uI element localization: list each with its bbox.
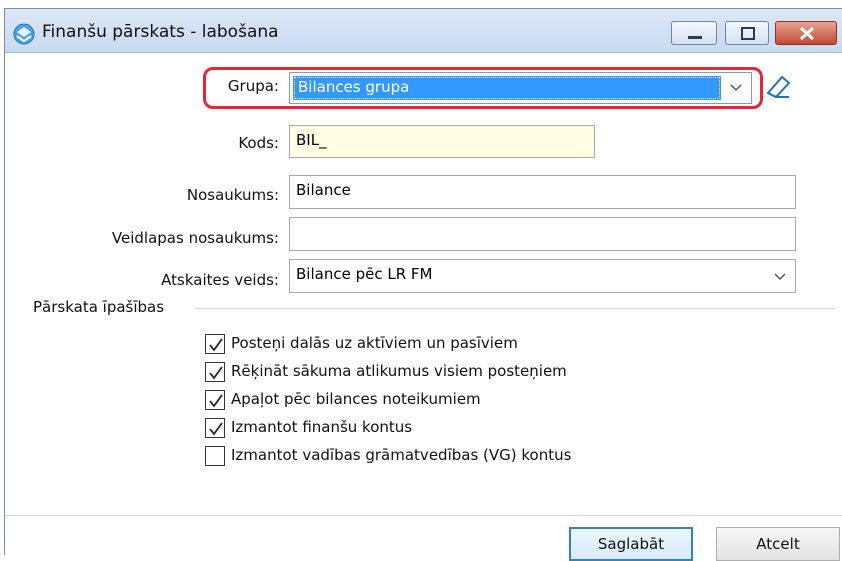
grupa-highlight-annotation bbox=[203, 67, 763, 109]
option-label: Rēķināt sākuma atlikumus visiem posteņie… bbox=[231, 362, 567, 380]
nosaukums-input[interactable]: Bilance bbox=[289, 175, 796, 209]
nosaukums-label: Nosaukums: bbox=[186, 186, 279, 204]
checkbox[interactable] bbox=[205, 446, 225, 466]
checkbox[interactable] bbox=[205, 390, 225, 410]
close-icon bbox=[799, 26, 815, 41]
atskaites-veids-value: Bilance pēc LR FM bbox=[296, 265, 433, 283]
checkmark-icon bbox=[209, 394, 223, 408]
minimize-button[interactable] bbox=[671, 21, 717, 45]
checkmark-icon bbox=[209, 366, 223, 380]
save-button[interactable]: Saglabāt bbox=[569, 527, 693, 561]
kods-input[interactable]: BIL_ bbox=[289, 125, 595, 158]
close-button[interactable] bbox=[775, 21, 837, 45]
cancel-button[interactable]: Atcelt bbox=[716, 527, 840, 561]
properties-group-title: Pārskata īpašības bbox=[33, 298, 165, 316]
dialog-body: Grupa: Bilances grupa Kods: BIL_ Nosauku… bbox=[5, 53, 842, 561]
checkbox[interactable] bbox=[205, 418, 225, 438]
checkmark-icon bbox=[209, 338, 223, 352]
eraser-icon bbox=[766, 75, 791, 99]
maximize-icon bbox=[741, 27, 755, 40]
clear-grupa-button[interactable] bbox=[762, 71, 795, 101]
minimize-icon bbox=[688, 36, 702, 39]
option-label: Izmantot finanšu kontus bbox=[231, 418, 413, 436]
option-label: Izmantot vadības grāmatvedības (VG) kont… bbox=[231, 446, 572, 464]
option-label: Posteņi dalās uz aktīviem un pasīviem bbox=[231, 334, 518, 352]
veidlapas-nosaukums-label: Veidlapas nosaukums: bbox=[111, 229, 279, 247]
checkbox[interactable] bbox=[205, 362, 225, 382]
atskaites-veids-label: Atskaites veids: bbox=[161, 271, 279, 289]
chevron-down-icon bbox=[774, 273, 786, 281]
option-label: Apaļot pēc bilances noteikumiem bbox=[231, 390, 481, 408]
atskaites-veids-select[interactable]: Bilance pēc LR FM bbox=[289, 259, 796, 293]
dialog-window: Finanšu pārskats - labošana Grupa: Bilan… bbox=[4, 8, 842, 561]
veidlapas-nosaukums-input[interactable] bbox=[289, 217, 796, 251]
maximize-button[interactable] bbox=[725, 21, 769, 45]
title-bar[interactable]: Finanšu pārskats - labošana bbox=[5, 9, 842, 53]
app-logo-icon bbox=[13, 23, 35, 45]
kods-label: Kods: bbox=[238, 134, 279, 152]
footer-divider bbox=[5, 515, 842, 516]
group-divider bbox=[195, 308, 835, 309]
checkbox[interactable] bbox=[205, 334, 225, 354]
window-title: Finanšu pārskats - labošana bbox=[42, 22, 279, 42]
checkmark-icon bbox=[209, 422, 223, 436]
